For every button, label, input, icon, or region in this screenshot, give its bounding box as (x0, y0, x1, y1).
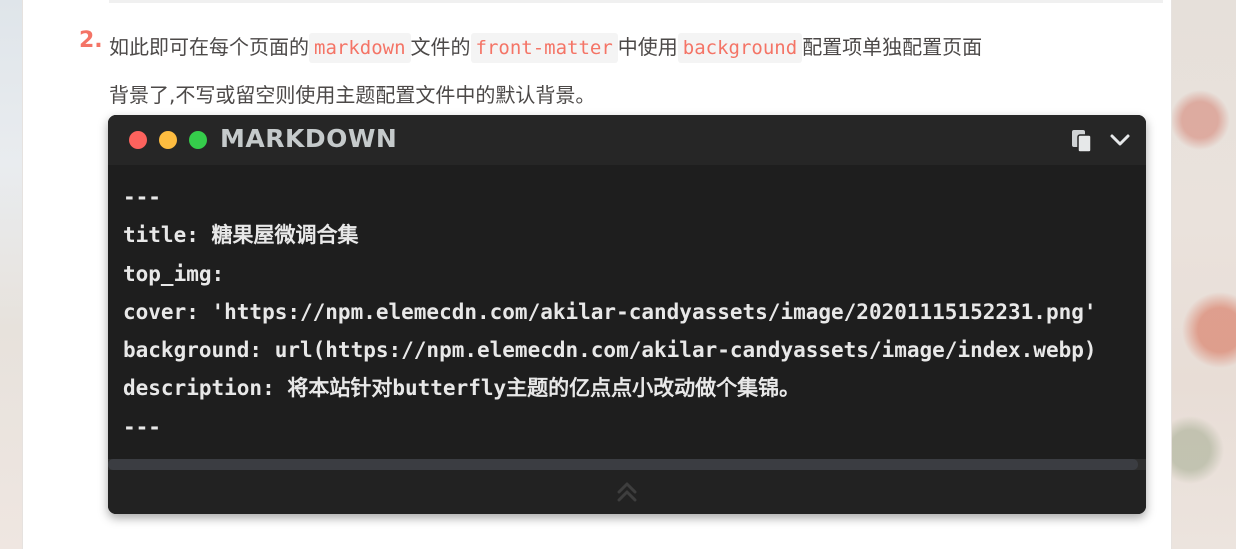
background-right-edge (1170, 0, 1236, 549)
code-line: top_img: (123, 262, 225, 286)
code-language-label: MARKDOWN (220, 124, 398, 153)
article-card: 2. 如此即可在每个页面的 markdown 文件的 front-matter 中使用 b… (22, 0, 1172, 549)
inline-code-markdown: markdown (309, 33, 411, 63)
list-item-number: 2. (79, 28, 103, 53)
scrollbar-thumb[interactable] (108, 459, 1138, 470)
code-block-header: MARKDOWN (108, 115, 1146, 165)
code-content: --- title: 糖果屋微调合集 top_img: cover: 'http… (108, 165, 1146, 459)
window-close-dot (129, 131, 147, 149)
chevron-down-icon[interactable] (1108, 128, 1132, 152)
list-item-line-2: 背景了,不写或留空则使用主题配置文件中的默认背景。 (109, 83, 596, 107)
window-minimize-dot (159, 131, 177, 149)
inline-code-front-matter: front-matter (470, 33, 618, 63)
top-divider (109, 0, 1163, 3)
inline-code-background: background (677, 33, 803, 63)
copy-icon[interactable] (1068, 127, 1096, 155)
text-segment: 文件的 (410, 35, 471, 59)
double-chevron-up-icon[interactable] (616, 480, 638, 504)
code-line: background: url(https://npm.elemecdn.com… (123, 338, 1097, 362)
code-line: title: 糖果屋微调合集 (123, 223, 359, 247)
code-block: MARKDOWN --- title: 糖果屋微调合集 top_img: cov… (108, 115, 1146, 514)
window-maximize-dot (189, 131, 207, 149)
background-left-edge (0, 0, 22, 549)
code-line: description: 将本站针对butterfly主题的亿点点小改动做个集锦… (123, 376, 801, 400)
horizontal-scrollbar[interactable] (108, 459, 1146, 470)
code-line: --- (123, 185, 161, 209)
code-line: cover: 'https://npm.elemecdn.com/akilar-… (123, 300, 1097, 324)
text-segment: 如此即可在每个页面的 (109, 35, 309, 59)
list-item-text: 如此即可在每个页面的 markdown 文件的 front-matter 中使用 back… (109, 23, 1149, 119)
code-line: --- (123, 415, 161, 439)
list-item-line-1: 如此即可在每个页面的 markdown 文件的 front-matter 中使用 back… (109, 23, 1149, 71)
text-segment: 配置项单独配置页面 (802, 35, 983, 59)
text-segment: 中使用 (617, 35, 678, 59)
code-block-footer (108, 470, 1146, 514)
